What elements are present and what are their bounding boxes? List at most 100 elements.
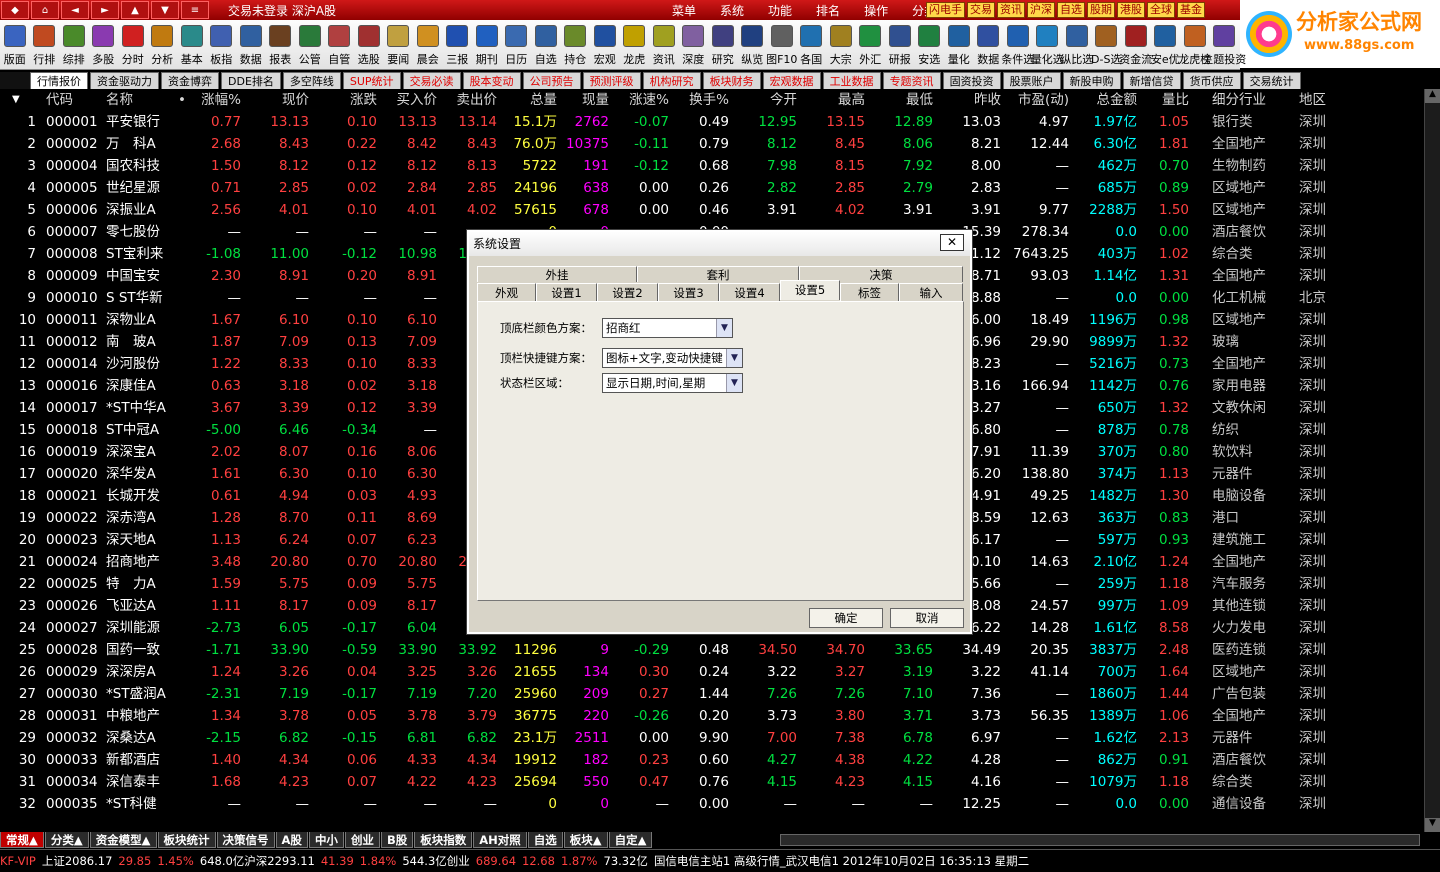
toolbar-button[interactable]: 自选 [531,20,561,70]
sort-down-icon[interactable]: ▼ [12,89,20,111]
tab-4[interactable]: 多空阵线 [282,72,341,89]
table-row[interactable]: 29 000032 深桑达A -2.15 6.82 -0.15 6.81 6.82 23.1万 2… [0,727,1424,749]
table-row[interactable]: 25 000028 国药一致 -1.71 33.90 -0.59 33.90 33.92 112… [0,639,1424,661]
nav-button[interactable]: ⌂ [31,1,59,19]
tab-12[interactable]: 宏观数据 [762,72,821,89]
chevron-down-icon[interactable]: ▼ [726,349,742,367]
quick-button[interactable]: 资讯 [997,2,1025,18]
toolbar-button[interactable]: 研报 [885,20,915,70]
toolbar-button[interactable]: 图F10 [766,20,797,70]
table-row[interactable]: 4 000005 世纪星源 0.71 2.85 0.02 2.84 2.85 24196 638 0… [0,177,1424,199]
dialog-tab[interactable]: 外挂 [477,266,637,282]
toolbar-button[interactable]: 大宗 [826,20,856,70]
scroll-down-icon[interactable]: ▼ [1425,818,1440,832]
toolbar-button[interactable]: 纵览 [738,20,768,70]
tab-14[interactable]: 专题资讯 [882,72,941,89]
tab-16[interactable]: 股票账户 [1002,72,1061,89]
column-header[interactable]: 细分行业 [1212,89,1266,111]
table-row[interactable]: 28 000031 中粮地产 1.34 3.78 0.05 3.78 3.79 36775 220… [0,705,1424,727]
bottom-tab[interactable]: 板块▲ [563,832,608,848]
menu-item[interactable]: 功能 [768,2,792,19]
tab-5[interactable]: SUP统计 [342,72,401,89]
bottom-tab[interactable]: 分类▲ [44,832,89,848]
tab-3[interactable]: DDE排名 [221,72,281,89]
quick-button[interactable]: 港股 [1117,2,1145,18]
tab-7[interactable]: 股本变动 [462,72,521,89]
toolbar-button[interactable]: 基本 [177,20,207,70]
toolbar-button[interactable]: 持仓 [561,20,591,70]
menu-item[interactable]: 菜单 [672,2,696,19]
column-header[interactable]: 总金额 [1079,89,1138,111]
bottom-tab[interactable]: 中小 [308,832,344,848]
toolbar-button[interactable]: 期刊 [472,20,502,70]
nav-button[interactable]: ► [91,1,119,19]
column-header[interactable]: 地区 [1299,89,1326,111]
bottom-tab[interactable]: 自定▲ [608,832,653,848]
toolbar-button[interactable]: 选股 [354,20,384,70]
column-header[interactable]: 今开 [739,89,797,111]
quick-button[interactable]: 股期 [1087,2,1115,18]
dialog-tab[interactable]: 输入 [899,283,963,301]
tab-19[interactable]: 货币供应 [1182,72,1241,89]
table-row[interactable]: 32 000035 *ST科健 — — — — — 0 0 — 0.00 — — — 12.25 — 0.0 0.0… [0,793,1424,815]
table-row[interactable]: 30 000033 新都酒店 1.40 4.34 0.06 4.33 4.34 19912 182… [0,749,1424,771]
column-header[interactable]: 昨收 [943,89,1001,111]
nav-button[interactable]: ▲ [121,1,149,19]
menu-item[interactable]: 系统 [720,2,744,19]
toolbar-button[interactable]: 自管 [325,20,355,70]
table-row[interactable]: 1 000001 平安银行 0.77 13.13 0.10 13.13 13.14 15.1万 2… [0,111,1424,133]
quick-button[interactable]: 自选 [1057,2,1085,18]
toolbar-button[interactable]: 外汇 [856,20,886,70]
chevron-down-icon[interactable]: ▼ [716,319,732,337]
toolbar-button[interactable]: 纵比选 [1060,20,1093,70]
nav-button[interactable]: ◆ [1,1,29,19]
toolbar-button[interactable]: 主题投资 [1202,20,1246,70]
dialog-tab[interactable]: 设置2 [597,283,658,301]
toolbar-button[interactable]: 多股 [89,20,119,70]
table-row[interactable]: 26 000029 深深房A 1.24 3.26 0.04 3.25 3.26 21655 134… [0,661,1424,683]
toolbar-button[interactable]: 各国 [797,20,827,70]
toolbar-button[interactable]: 行排 [30,20,60,70]
column-header[interactable]: 涨速% [611,89,669,111]
toolbar-button[interactable]: 晨会 [413,20,443,70]
dialog-tab[interactable]: 外观 [477,283,536,301]
toolbar-button[interactable]: 数据 [974,20,1004,70]
nav-button[interactable]: ≡ [181,1,209,19]
toolbar-button[interactable]: 数据 [236,20,266,70]
toolbar-button[interactable]: 三报 [443,20,473,70]
tab-8[interactable]: 公司预告 [522,72,581,89]
column-header[interactable]: 名称 [106,89,133,111]
bottom-tab[interactable]: 决策信号 [216,832,275,848]
scroll-up-icon[interactable]: ▲ [1425,89,1440,103]
toolbar-button[interactable]: 研究 [708,20,738,70]
quick-button[interactable]: 沪深 [1027,2,1055,18]
shortcut-scheme-select[interactable]: 图标+文字,变动快捷键 ▼ [602,348,743,368]
ok-button[interactable]: 确定 [809,608,883,628]
toolbar-button[interactable]: 龙虎 [620,20,650,70]
dialog-tab[interactable]: 设置4 [719,283,780,301]
chevron-down-icon[interactable]: ▼ [726,374,742,392]
bottom-tab[interactable]: 自选 [527,832,563,848]
column-header[interactable]: 现价 [251,89,309,111]
bottom-tab[interactable]: 资金模型▲ [89,832,157,848]
toolbar-button[interactable]: 综排 [59,20,89,70]
quick-button[interactable]: 交易 [967,2,995,18]
column-header[interactable]: 代码 [46,89,73,111]
color-scheme-select[interactable]: 招商红 ▼ [602,318,733,338]
vertical-scrollbar[interactable]: ▲ ▼ [1424,89,1440,832]
tab-9[interactable]: 预测评级 [582,72,641,89]
toolbar-button[interactable]: 分析 [148,20,178,70]
column-header[interactable]: 现量 [551,89,609,111]
bottom-tab[interactable]: 常规▲ [0,832,44,848]
dialog-tab[interactable]: 标签 [840,283,899,301]
menu-item[interactable]: 排名 [816,2,840,19]
tab-17[interactable]: 新股申购 [1062,72,1121,89]
tab-1[interactable]: 资金驱动力 [90,72,159,89]
dialog-tab[interactable]: 设置3 [658,283,719,301]
bottom-tab[interactable]: 创业 [344,832,380,848]
tab-15[interactable]: 固资投资 [942,72,1001,89]
column-header[interactable]: 最高 [807,89,865,111]
tab-13[interactable]: 工业数据 [822,72,881,89]
toolbar-button[interactable]: D-S选 [1091,20,1121,70]
toolbar-button[interactable]: 报表 [266,20,296,70]
